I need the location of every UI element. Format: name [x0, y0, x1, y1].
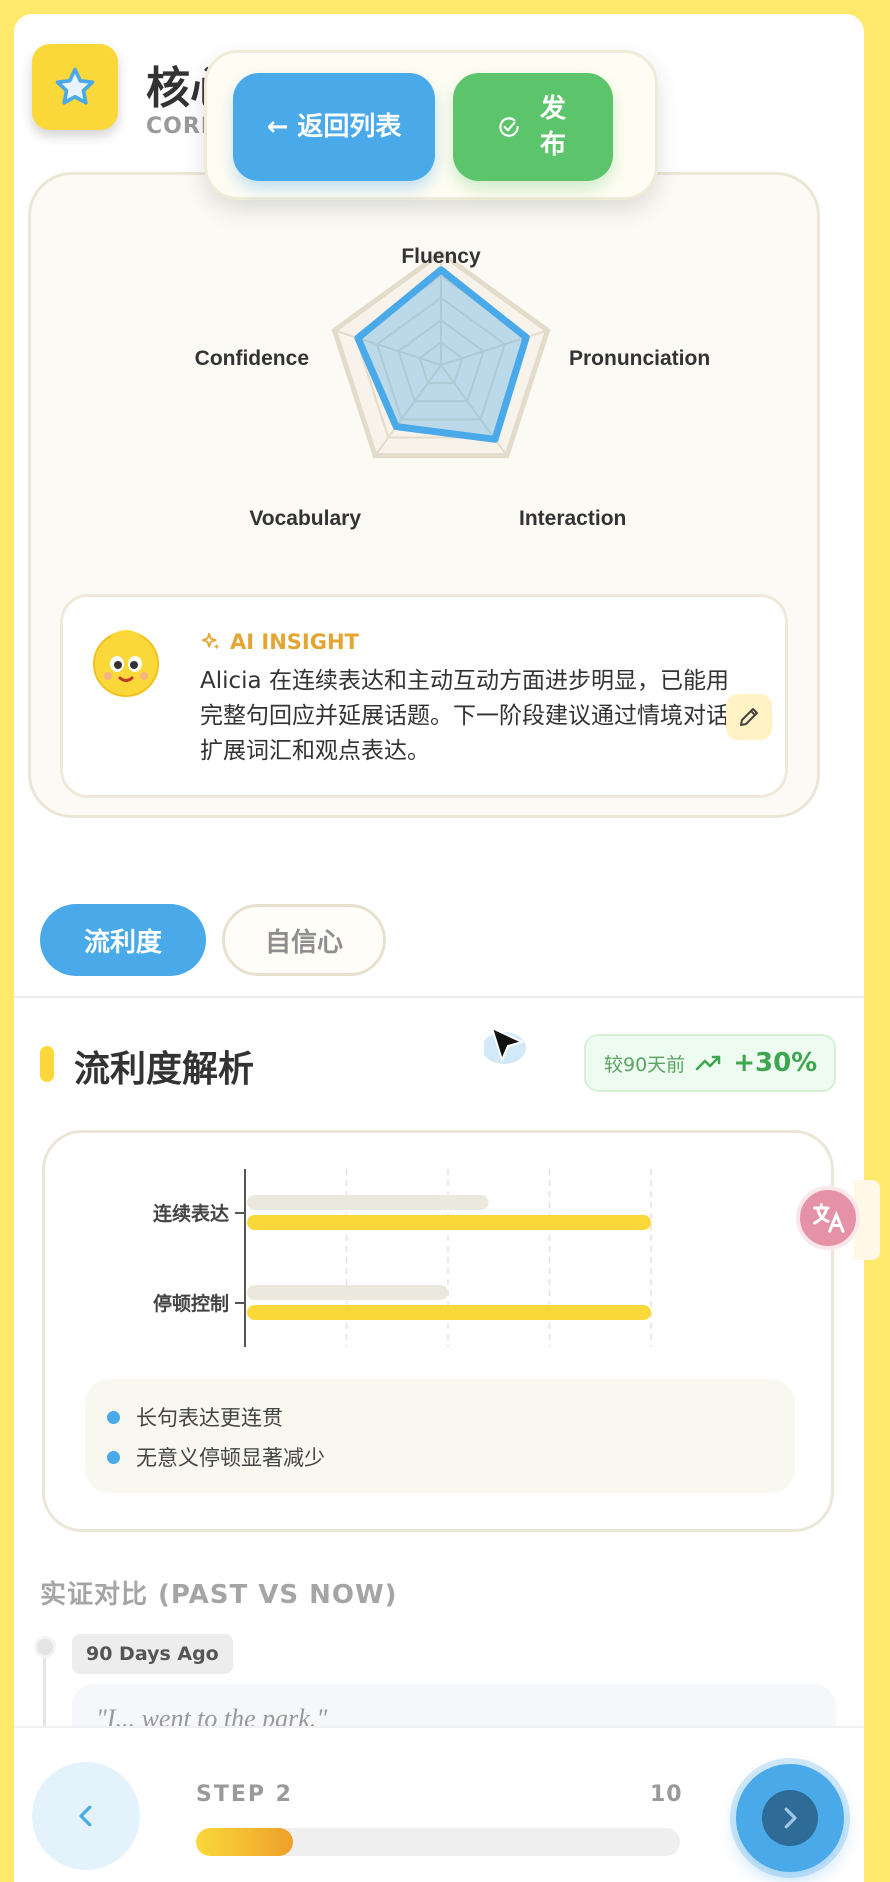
translate-button[interactable]: [796, 1186, 860, 1250]
badge-label: 较90天前: [604, 1053, 686, 1076]
section-title: 流利度解析: [74, 1049, 255, 1090]
radar-axis-label: Confidence: [195, 347, 309, 370]
tab-confidence[interactable]: 自信心: [222, 904, 386, 976]
pencil-icon: [740, 708, 758, 726]
badge-value: +30%: [733, 1048, 818, 1078]
action-popup: ← 返回列表 发布: [204, 50, 658, 200]
previous-button[interactable]: [32, 1762, 140, 1870]
chart-bar: [247, 1305, 651, 1320]
timeline-line: [43, 1656, 46, 1736]
ai-insight-label: AI INSIGHT: [200, 630, 359, 654]
radar-axis-label: Vocabulary: [249, 507, 361, 530]
sparkle-icon: [201, 632, 220, 650]
fluency-chart-card: 连续表达停顿控制 长句表达更连贯 无意义停顿显著减少: [42, 1130, 834, 1532]
chart-category-label: 停顿控制: [153, 1292, 229, 1315]
ai-insight-text: Alicia 在连续表达和主动互动方面进步明显，已能用完整句回应并延展话题。下一…: [200, 668, 729, 764]
chart-bar: [247, 1215, 651, 1230]
star-icon: [32, 44, 118, 130]
mouse-cursor-icon: [482, 1022, 530, 1072]
radar-axis-label: Pronunciation: [569, 347, 710, 370]
evidence-title: 实证对比 (PAST VS NOW): [40, 1580, 398, 1610]
next-button[interactable]: [736, 1764, 844, 1872]
check-circle-icon: [499, 117, 519, 137]
list-item: 长句表达更连贯: [107, 1397, 773, 1437]
publish-label: 发布: [539, 94, 566, 160]
chevron-right-icon: [784, 1807, 797, 1829]
chart-bar: [247, 1195, 489, 1210]
tab-fluency[interactable]: 流利度: [40, 904, 206, 976]
frame-border: [864, 0, 890, 1882]
progress-bar: [196, 1828, 680, 1856]
trending-up-icon: [695, 1055, 721, 1071]
translate-icon: [813, 1203, 845, 1233]
progress-fill: [196, 1828, 293, 1856]
timeline-dot: [34, 1636, 56, 1658]
notes-box: 长句表达更连贯 无意义停顿显著减少: [85, 1379, 795, 1493]
divider: [14, 996, 864, 998]
publish-button[interactable]: 发布: [453, 73, 613, 181]
step-label: STEP 2: [196, 1782, 293, 1807]
chart-bar: [247, 1285, 448, 1300]
edit-insight-button[interactable]: [726, 694, 772, 740]
step-total: 10: [650, 1782, 683, 1807]
back-to-list-button[interactable]: ← 返回列表: [233, 73, 435, 181]
improvement-badge: 较90天前 +30%: [584, 1034, 836, 1092]
section-accent-bar: [40, 1046, 54, 1082]
fluency-bar-chart: 连续表达停顿控制: [153, 1169, 652, 1347]
list-item: 无意义停顿显著减少: [107, 1437, 773, 1477]
radar-axis-label: Interaction: [519, 507, 626, 530]
chevron-left-icon: [79, 1805, 92, 1827]
past-label-badge: 90 Days Ago: [72, 1634, 233, 1674]
chart-category-label: 连续表达: [153, 1202, 229, 1225]
radar-axis-label: Fluency: [401, 245, 481, 268]
mascot-avatar: [90, 626, 162, 698]
footer-bar: [14, 1726, 864, 1882]
